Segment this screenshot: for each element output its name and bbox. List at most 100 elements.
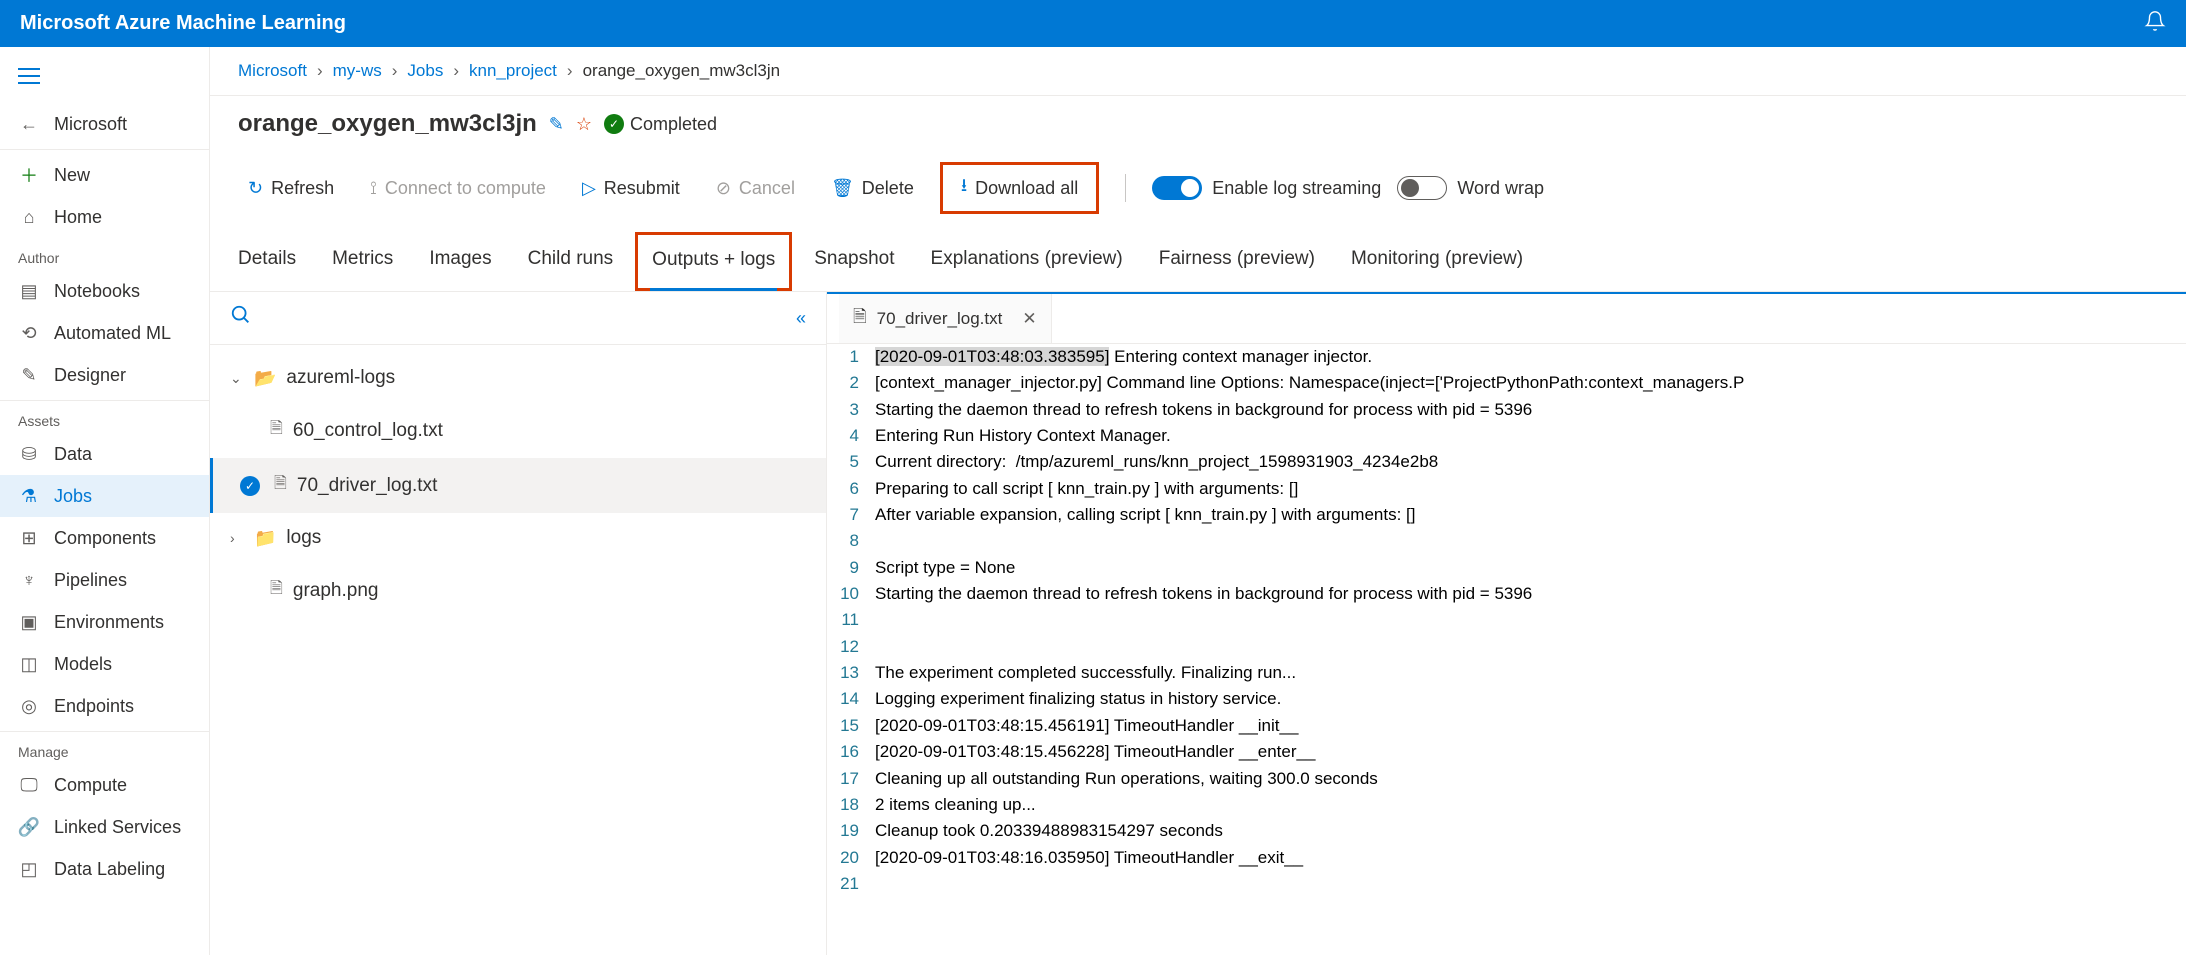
log-line: 16[2020-09-01T03:48:15.456228] TimeoutHa… xyxy=(827,739,2186,765)
favorite-icon[interactable]: ☆ xyxy=(576,114,592,135)
tree-label: azureml-logs xyxy=(286,367,395,389)
button-label: Download all xyxy=(975,178,1078,199)
sidebar-label: Home xyxy=(54,207,102,228)
line-text: Current directory: /tmp/azureml_runs/knn… xyxy=(875,449,2186,475)
line-number: 10 xyxy=(827,581,875,607)
sidebar-item-endpoints[interactable]: ◎ Endpoints xyxy=(0,685,209,727)
edit-icon[interactable]: ✎ xyxy=(549,114,564,135)
toolbar-divider xyxy=(1125,174,1126,202)
log-line: 14Logging experiment finalizing status i… xyxy=(827,686,2186,712)
tab-fairness[interactable]: Fairness (preview) xyxy=(1159,232,1315,291)
breadcrumb-link[interactable]: Jobs xyxy=(407,61,443,81)
tab-monitoring[interactable]: Monitoring (preview) xyxy=(1351,232,1523,291)
breadcrumb-link[interactable]: knn_project xyxy=(469,61,557,81)
line-text: [2020-09-01T03:48:03.383595] Entering co… xyxy=(875,344,2186,370)
tree-folder-azureml-logs[interactable]: ⌄ 📂 azureml-logs xyxy=(210,353,826,403)
close-icon[interactable]: ✕ xyxy=(1022,309,1036,329)
labeling-icon: ◰ xyxy=(18,858,40,880)
tab-details[interactable]: Details xyxy=(238,232,296,291)
tree-file-70-driver-log[interactable]: ✓ 🗎 70_driver_log.txt xyxy=(210,458,826,513)
tab-snapshot[interactable]: Snapshot xyxy=(814,232,894,291)
sidebar-item-data[interactable]: ⛁ Data xyxy=(0,433,209,475)
button-label: Connect to compute xyxy=(385,178,546,199)
sidebar-label: Data xyxy=(54,444,92,465)
log-line: 7After variable expansion, calling scrip… xyxy=(827,502,2186,528)
chevron-down-icon: ⌄ xyxy=(230,370,244,387)
line-number: 2 xyxy=(827,370,875,396)
line-number: 7 xyxy=(827,502,875,528)
sidebar-item-notebooks[interactable]: ▤ Notebooks xyxy=(0,270,209,312)
sidebar-label: Compute xyxy=(54,775,127,796)
word-wrap-toggle-wrap: Word wrap xyxy=(1397,176,1544,200)
collapse-pane-icon[interactable]: « xyxy=(796,308,806,329)
file-tree: ⌄ 📂 azureml-logs 🗎 60_control_log.txt ✓ … xyxy=(210,345,826,955)
status-badge: ✓ Completed xyxy=(604,114,717,135)
log-line: 13The experiment completed successfully.… xyxy=(827,660,2186,686)
tree-file-graph-png[interactable]: 🗎 graph.png xyxy=(210,563,826,618)
line-number: 16 xyxy=(827,739,875,765)
sidebar-new[interactable]: ＋ New xyxy=(0,154,209,196)
notebook-icon: ▤ xyxy=(18,280,40,302)
delete-button[interactable]: 🗑 Delete xyxy=(821,172,924,205)
log-line: 1[2020-09-01T03:48:03.383595] Entering c… xyxy=(827,344,2186,370)
sidebar-item-environments[interactable]: ▣ Environments xyxy=(0,601,209,643)
sidebar-section-assets: Assets xyxy=(0,400,209,433)
sidebar-section-author: Author xyxy=(0,238,209,270)
download-all-button[interactable]: ⭳ Download all xyxy=(951,167,1088,209)
log-line: 5Current directory: /tmp/azureml_runs/kn… xyxy=(827,449,2186,475)
sidebar-item-compute[interactable]: 🖵 Compute xyxy=(0,764,209,806)
sidebar: ← Microsoft ＋ New ⌂ Home Author ▤ Notebo… xyxy=(0,47,210,955)
log-file-tab[interactable]: 🗎 70_driver_log.txt ✕ xyxy=(839,294,1052,343)
components-icon: ⊞ xyxy=(18,527,40,549)
top-bar: Microsoft Azure Machine Learning xyxy=(0,0,2186,47)
cancel-button: ⊘ Cancel xyxy=(706,172,805,205)
word-wrap-toggle[interactable] xyxy=(1397,176,1447,200)
compute-icon: 🖵 xyxy=(18,774,40,796)
chevron-right-icon: › xyxy=(567,61,573,81)
line-text: Starting the daemon thread to refresh to… xyxy=(875,397,2186,423)
sidebar-item-designer[interactable]: ✎ Designer xyxy=(0,354,209,396)
tab-explanations[interactable]: Explanations (preview) xyxy=(931,232,1123,291)
sidebar-item-jobs[interactable]: ⚗ Jobs xyxy=(0,475,209,517)
jobs-icon: ⚗ xyxy=(18,485,40,507)
line-text: Logging experiment finalizing status in … xyxy=(875,686,2186,712)
line-text: Cleanup took 0.20339488983154297 seconds xyxy=(875,818,2186,844)
button-label: Delete xyxy=(862,178,914,199)
line-number: 5 xyxy=(827,449,875,475)
sidebar-item-pipelines[interactable]: ♆ Pipelines xyxy=(0,559,209,601)
tab-metrics[interactable]: Metrics xyxy=(332,232,393,291)
tab-outputs-logs[interactable]: Outputs + logs xyxy=(635,232,792,291)
resubmit-button[interactable]: ▷ Resubmit xyxy=(572,172,690,205)
sidebar-item-linked[interactable]: 🔗 Linked Services xyxy=(0,806,209,848)
log-stream-toggle[interactable] xyxy=(1152,176,1202,200)
notifications-icon[interactable] xyxy=(2144,10,2166,38)
sidebar-label: Pipelines xyxy=(54,570,127,591)
tree-label: logs xyxy=(286,527,321,549)
tab-images[interactable]: Images xyxy=(429,232,491,291)
sidebar-item-models[interactable]: ◫ Models xyxy=(0,643,209,685)
search-icon[interactable] xyxy=(230,304,252,332)
sidebar-item-automl[interactable]: ⟲ Automated ML xyxy=(0,312,209,354)
tree-file-60-control-log[interactable]: 🗎 60_control_log.txt xyxy=(210,403,826,458)
connect-button: ⟟ Connect to compute xyxy=(360,172,556,205)
tree-folder-logs[interactable]: › 📁 logs xyxy=(210,513,826,563)
sidebar-item-labeling[interactable]: ◰ Data Labeling xyxy=(0,848,209,890)
sidebar-item-components[interactable]: ⊞ Components xyxy=(0,517,209,559)
hamburger-icon[interactable] xyxy=(0,55,209,103)
tab-bar: Details Metrics Images Child runs Output… xyxy=(210,232,2186,292)
endpoints-icon: ◎ xyxy=(18,695,40,717)
line-number: 4 xyxy=(827,423,875,449)
log-line: 4Entering Run History Context Manager. xyxy=(827,423,2186,449)
log-body[interactable]: 1[2020-09-01T03:48:03.383595] Entering c… xyxy=(827,344,2186,955)
line-text: Starting the daemon thread to refresh to… xyxy=(875,581,2186,607)
refresh-button[interactable]: ↻ Refresh xyxy=(238,172,344,205)
sidebar-home[interactable]: ⌂ Home xyxy=(0,196,209,238)
line-number: 6 xyxy=(827,476,875,502)
breadcrumb-link[interactable]: Microsoft xyxy=(238,61,307,81)
line-number: 18 xyxy=(827,792,875,818)
tab-child-runs[interactable]: Child runs xyxy=(528,232,614,291)
line-text xyxy=(875,634,2186,660)
sidebar-back[interactable]: ← Microsoft xyxy=(0,103,209,145)
breadcrumb-link[interactable]: my-ws xyxy=(333,61,382,81)
line-text: Preparing to call script [ knn_train.py … xyxy=(875,476,2186,502)
